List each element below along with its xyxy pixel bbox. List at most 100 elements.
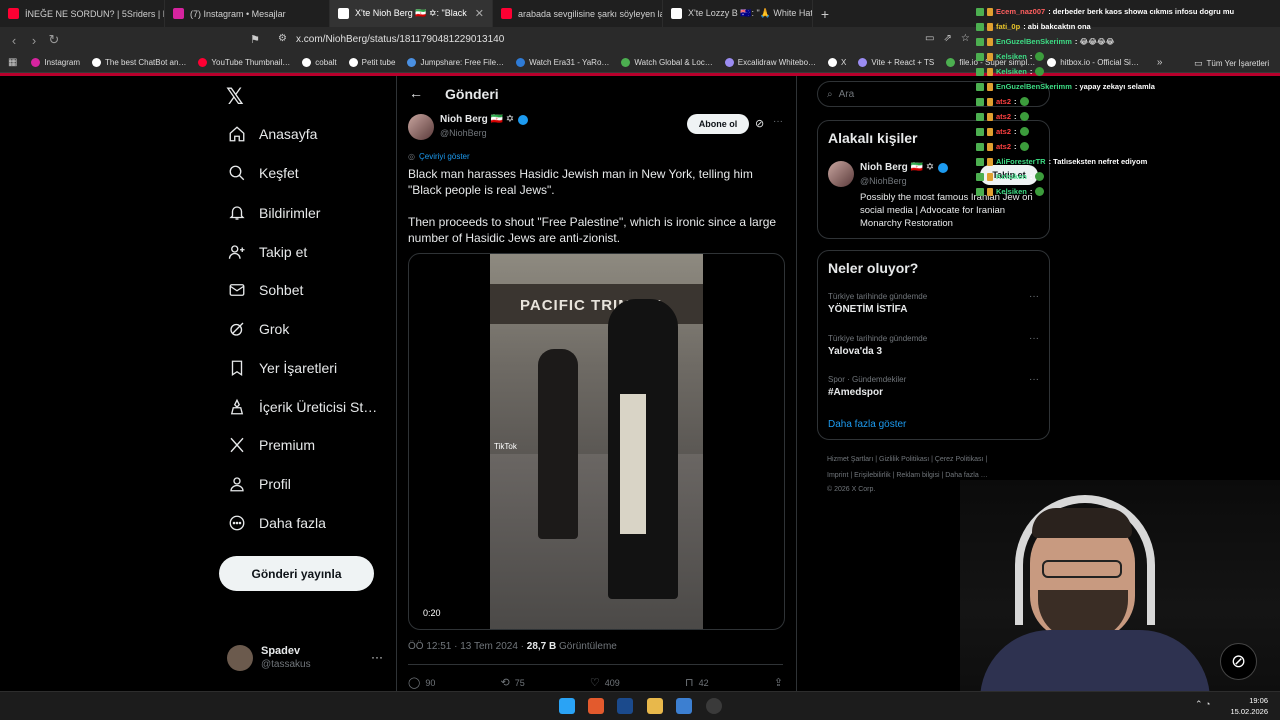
show-more-link[interactable]: Daha fazla göster xyxy=(828,419,906,430)
video-player[interactable]: PACIFIC TRIMMIN TikTok 0:20 xyxy=(408,253,785,630)
author-handle: @NiohBerg xyxy=(440,128,487,138)
steam-icon[interactable] xyxy=(617,698,633,714)
badge-icon xyxy=(976,142,984,151)
tab-instagram[interactable]: (7) Instagram • Mesajlar xyxy=(165,0,330,27)
apps-icon[interactable]: ▦ xyxy=(8,57,17,68)
bookmark-instagram[interactable]: Instagram xyxy=(31,58,80,67)
nav-premium[interactable]: Premium xyxy=(228,436,315,454)
chat-text: : xyxy=(1014,127,1017,136)
chat-text: : xyxy=(1029,187,1033,196)
nav-notifications[interactable]: Bildirimler xyxy=(228,204,320,222)
bookmark-x[interactable]: X xyxy=(828,58,846,67)
badge-icon xyxy=(987,97,993,106)
obs-icon[interactable] xyxy=(706,698,722,714)
tab-x-2[interactable]: X'te Lozzy B 🇦🇺: "🙏 White Hate Cri… xyxy=(663,0,813,27)
tab-x-active[interactable]: X'te Nioh Berg 🇮🇷 ✡: "Black man… ✕ xyxy=(330,0,493,27)
new-tab-button[interactable]: + xyxy=(813,6,837,22)
nav-label: Keşfet xyxy=(259,165,299,181)
search-icon: ⌕ xyxy=(827,88,833,100)
nav-bookmarks[interactable]: Yer İşaretleri xyxy=(228,359,337,377)
like-button[interactable]: ♡ 409 xyxy=(590,676,620,689)
bookmark-petit-tube[interactable]: Petit tube xyxy=(348,58,395,67)
post-button[interactable]: Gönderi yayınla xyxy=(219,556,374,591)
url-field[interactable]: x.com/NiohBerg/status/181179048122901314… xyxy=(296,34,504,45)
author-name[interactable]: Nioh Berg 🇮🇷 ✡ xyxy=(440,114,529,125)
footer-links-2[interactable]: Imprint | Erişilebilirlik | Reklam bilgi… xyxy=(827,472,988,479)
bookmark-star-icon[interactable]: ⚑ xyxy=(250,33,260,46)
file-explorer-icon[interactable] xyxy=(647,698,663,714)
related-name-text: Nioh Berg 🇮🇷 ✡ xyxy=(860,162,935,173)
chat-username: EnGuzelBenSkerimm xyxy=(996,82,1072,91)
bookmark-youtube-thumbnail[interactable]: YouTube Thumbnail… xyxy=(198,58,290,67)
bookmark-label: Vite + React + TS xyxy=(871,58,935,67)
chat-username: Kelsiken xyxy=(996,67,1027,76)
x-logo-icon xyxy=(828,58,838,67)
nav-more[interactable]: Daha fazla xyxy=(228,514,326,532)
chat-text: : xyxy=(1014,142,1017,151)
more-icon[interactable]: ··· xyxy=(1029,374,1039,385)
subscribe-button[interactable]: Abone ol xyxy=(687,114,749,134)
grok-fab-button[interactable]: ⊘ xyxy=(1220,643,1257,680)
nav-profile[interactable]: Profil xyxy=(228,475,291,493)
bookmark-excalidraw[interactable]: Excalidraw Whitebo… xyxy=(724,58,816,67)
nav-home[interactable]: Anasayfa xyxy=(228,125,317,143)
tab-label: X'te Nioh Berg 🇮🇷 ✡: "Black man… xyxy=(355,8,469,18)
forward-icon[interactable]: › xyxy=(24,33,44,48)
more-icon[interactable]: ··· xyxy=(1029,291,1039,302)
all-bookmarks[interactable]: ▭ Tüm Yer İşaretleri xyxy=(1194,58,1269,69)
tab-youtube[interactable]: İNEĞE NE SORDUN? | 5Sriders | Mo… xyxy=(0,0,165,27)
bookmark-watch-global[interactable]: Watch Global & Loc… xyxy=(621,58,713,67)
badge-icon xyxy=(976,52,984,61)
more-bookmarks-icon[interactable]: » xyxy=(1157,57,1163,68)
x-logo-icon[interactable]: 𝕏 xyxy=(226,84,244,110)
chat-text: : yapay zekayı selamla xyxy=(1074,82,1155,91)
nav-label: Grok xyxy=(259,321,290,337)
chat-username: ats2 xyxy=(996,112,1012,121)
footer-links-1[interactable]: Hizmet Şartları | Gizlilik Politikası | … xyxy=(827,456,987,463)
more-icon[interactable]: ··· xyxy=(371,650,383,664)
back-arrow-icon[interactable]: ← xyxy=(409,85,423,101)
chat-message: ats2 : xyxy=(976,127,1029,136)
windows-start-icon[interactable] xyxy=(559,698,575,714)
brave-browser-icon[interactable] xyxy=(588,698,604,714)
bookmark-jumpshare[interactable]: Jumpshare: Free File… xyxy=(407,58,504,67)
reply-count: 90 xyxy=(425,677,436,688)
chat-message: ats2 : xyxy=(976,97,1029,106)
bookmark-count: 42 xyxy=(698,677,709,688)
chat-text: : xyxy=(1029,172,1033,181)
bookmark-cobalt[interactable]: cobalt xyxy=(302,58,337,67)
more-icon[interactable]: ··· xyxy=(1029,333,1039,344)
nav-chat[interactable]: Sohbet xyxy=(228,281,303,299)
bookmark-chatbot[interactable]: The best ChatBot an… xyxy=(92,58,186,67)
app-icon[interactable] xyxy=(676,698,692,714)
tweet-timestamp[interactable]: ÖÖ 12:51 · 13 Tem 2024 · xyxy=(408,641,527,652)
author-avatar[interactable] xyxy=(408,114,434,140)
system-clock[interactable]: 19:06 15.02.2026 xyxy=(1230,695,1268,717)
share-button[interactable]: ⇪ xyxy=(774,676,783,689)
related-avatar[interactable] xyxy=(828,161,854,187)
reload-icon[interactable]: ↻ xyxy=(44,32,64,48)
extensions-icons[interactable]: ▭⇗☆ xyxy=(925,33,979,44)
nav-explore[interactable]: Keşfet xyxy=(228,164,299,182)
bookmark-hitbox[interactable]: hitbox.io - Official Si… xyxy=(1047,58,1139,67)
translate-link[interactable]: ◎ Çeviriyi göster xyxy=(408,152,470,161)
grok-icon[interactable]: ⊘ xyxy=(755,117,764,130)
tab-youtube-2[interactable]: arabada sevgilisine şarkı söyleyen la… xyxy=(493,0,663,27)
back-icon[interactable]: ‹ xyxy=(4,33,24,48)
bookmark-vite[interactable]: Vite + React + TS xyxy=(858,58,934,67)
nav-creator-studio[interactable]: İçerik Üreticisi St… xyxy=(228,398,377,416)
account-switcher[interactable]: Spadev @tassakus ··· xyxy=(227,642,387,678)
nav-grok[interactable]: Grok xyxy=(228,320,289,338)
emote-icon xyxy=(1035,187,1045,196)
tray-icons[interactable]: ⌃ ◔ xyxy=(1195,699,1210,710)
site-info-icon[interactable]: ⚙ xyxy=(278,33,287,44)
nav-label: İçerik Üreticisi St… xyxy=(259,399,378,415)
bookmark-era31[interactable]: Watch Era31 - YaRo… xyxy=(516,58,609,67)
close-tab-icon[interactable]: ✕ xyxy=(475,7,484,20)
more-icon[interactable]: ··· xyxy=(773,116,783,127)
nav-follow[interactable]: Takip et xyxy=(228,243,307,261)
bookmark-button[interactable]: ⊓ 42 xyxy=(685,676,709,689)
reply-button[interactable]: ◯ 90 xyxy=(408,676,435,689)
repost-button[interactable]: ⟲ 75 xyxy=(501,676,525,689)
related-name[interactable]: Nioh Berg 🇮🇷 ✡ xyxy=(860,162,949,173)
